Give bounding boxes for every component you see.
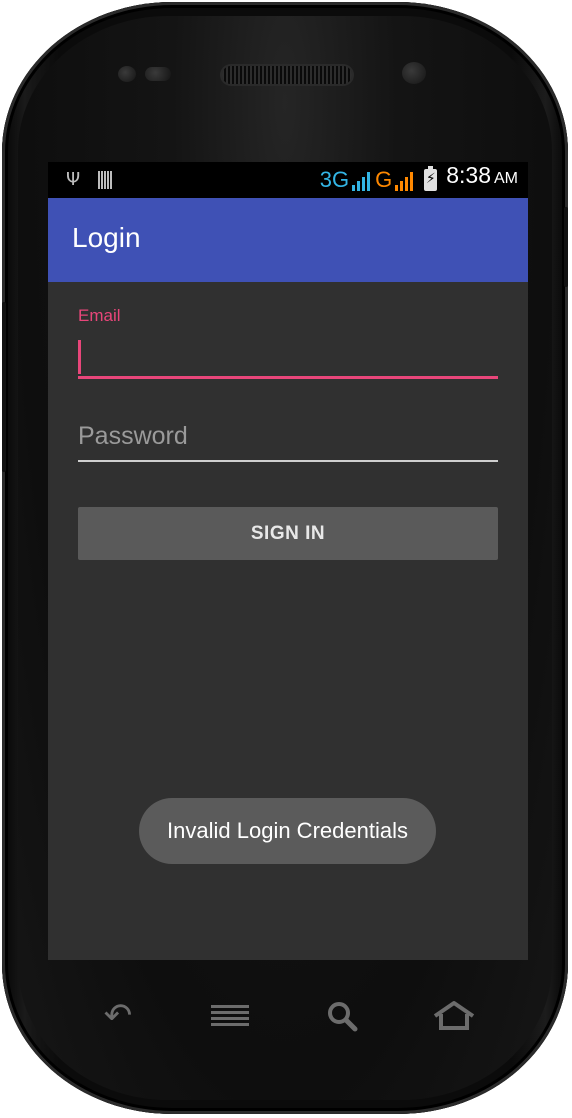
password-field[interactable]: Password: [78, 416, 498, 462]
clock: 8:38 AM: [446, 162, 518, 194]
toast-message: Invalid Login Credentials: [139, 798, 436, 864]
earpiece-speaker: [222, 66, 352, 84]
clock-ampm: AM: [494, 170, 518, 187]
home-button[interactable]: [424, 994, 484, 1038]
usb-icon: Ψ: [66, 169, 81, 190]
page-title: Login: [72, 222, 141, 253]
home-icon: [433, 1001, 475, 1030]
menu-button[interactable]: [200, 994, 260, 1038]
sign-in-button[interactable]: SIGN IN: [78, 507, 498, 560]
status-bar: Ψ 3G G 8:38AM: [48, 162, 528, 198]
signal-icon: [395, 169, 414, 191]
sensor-icon: [118, 66, 136, 82]
menu-icon: [211, 1005, 249, 1027]
proximity-sensor-icon: [145, 67, 171, 81]
sim-card-icon: [98, 171, 113, 189]
signal-icon: [352, 169, 371, 191]
network-3g-label: 3G: [319, 167, 350, 192]
email-field[interactable]: [78, 334, 498, 379]
clock-time: 8:38: [446, 162, 491, 188]
search-icon: [328, 1002, 358, 1032]
back-button[interactable]: ↶: [88, 994, 148, 1038]
back-icon: ↶: [103, 996, 133, 1036]
front-camera-icon: [402, 62, 426, 84]
text-cursor: [78, 340, 81, 374]
screen: Ψ 3G G 8:38AM Login Email Password SIGN …: [48, 162, 528, 960]
email-label: Email: [78, 306, 121, 325]
password-placeholder: Password: [78, 422, 188, 450]
network-g-label: G: [375, 167, 393, 192]
power-button[interactable]: [564, 207, 568, 287]
app-bar: Login: [48, 198, 528, 282]
search-button[interactable]: [312, 994, 372, 1038]
volume-button[interactable]: [2, 302, 6, 472]
battery-charging-icon: [424, 166, 438, 191]
